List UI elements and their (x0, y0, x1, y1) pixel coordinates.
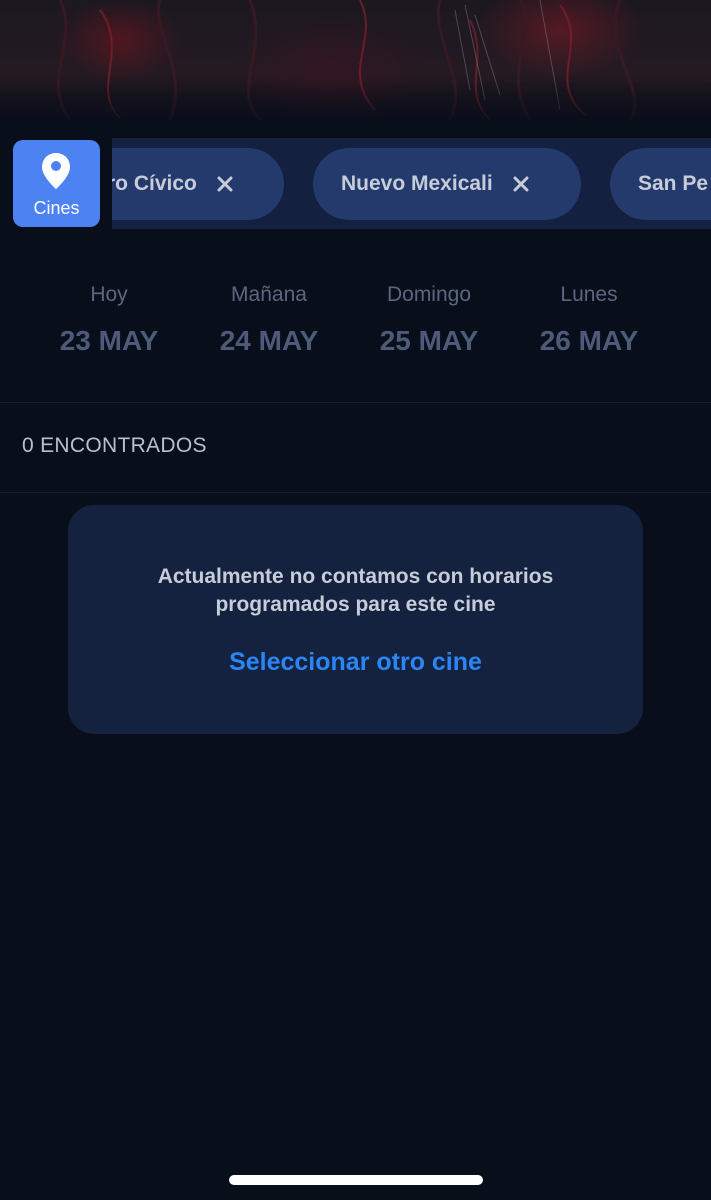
date-selector: Hoy 23 MAY Mañana 24 MAY Domingo 25 MAY … (0, 280, 711, 380)
divider (0, 492, 711, 493)
date-day-label: Hoy (90, 283, 128, 306)
date-value: 24 MAY (219, 325, 319, 356)
chip-centro-civico[interactable]: tro Cívico (112, 148, 284, 220)
date-day-label: Lunes (560, 283, 618, 306)
divider (0, 402, 711, 403)
chip-label: tro Cívico (112, 172, 197, 195)
date-day-label: Mañana (231, 283, 307, 306)
empty-state-line-1: Actualmente no contamos con horarios (157, 565, 554, 588)
date-item-manana[interactable]: Mañana 24 MAY (189, 280, 349, 358)
close-icon[interactable] (511, 174, 531, 194)
chip-nuevo-mexicali[interactable]: Nuevo Mexicali (313, 148, 581, 220)
cines-button-label: Cines (33, 198, 80, 218)
chip-san-pedro[interactable]: San Pe (610, 148, 711, 220)
date-item-hoy[interactable]: Hoy 23 MAY (29, 280, 189, 358)
chip-label: San Pe (638, 172, 709, 195)
cines-button[interactable]: Cines (13, 140, 100, 227)
date-item-domingo[interactable]: Domingo 25 MAY (349, 280, 509, 358)
chip-label: Nuevo Mexicali (341, 172, 493, 195)
cinema-filter-strip[interactable]: tro Cívico Nuevo Mexicali San Pe (112, 138, 711, 229)
home-indicator[interactable] (229, 1175, 483, 1185)
poster-fade (0, 80, 711, 120)
close-icon[interactable] (215, 174, 235, 194)
select-other-cinema-link[interactable]: Seleccionar otro cine (68, 648, 643, 677)
empty-state-card: Actualmente no contamos con horarios pro… (68, 505, 643, 734)
date-item-lunes[interactable]: Lunes 26 MAY (509, 280, 669, 358)
empty-state-line-2: programados para este cine (215, 593, 496, 616)
date-value: 26 MAY (539, 325, 639, 356)
empty-state-message: Actualmente no contamos con horarios pro… (98, 563, 613, 619)
date-value: 25 MAY (379, 325, 479, 356)
results-count: 0 ENCONTRADOS (22, 434, 207, 457)
location-pin-icon (41, 152, 71, 194)
movie-poster-image (0, 0, 711, 120)
date-value: 23 MAY (59, 325, 159, 356)
date-day-label: Domingo (386, 283, 472, 306)
